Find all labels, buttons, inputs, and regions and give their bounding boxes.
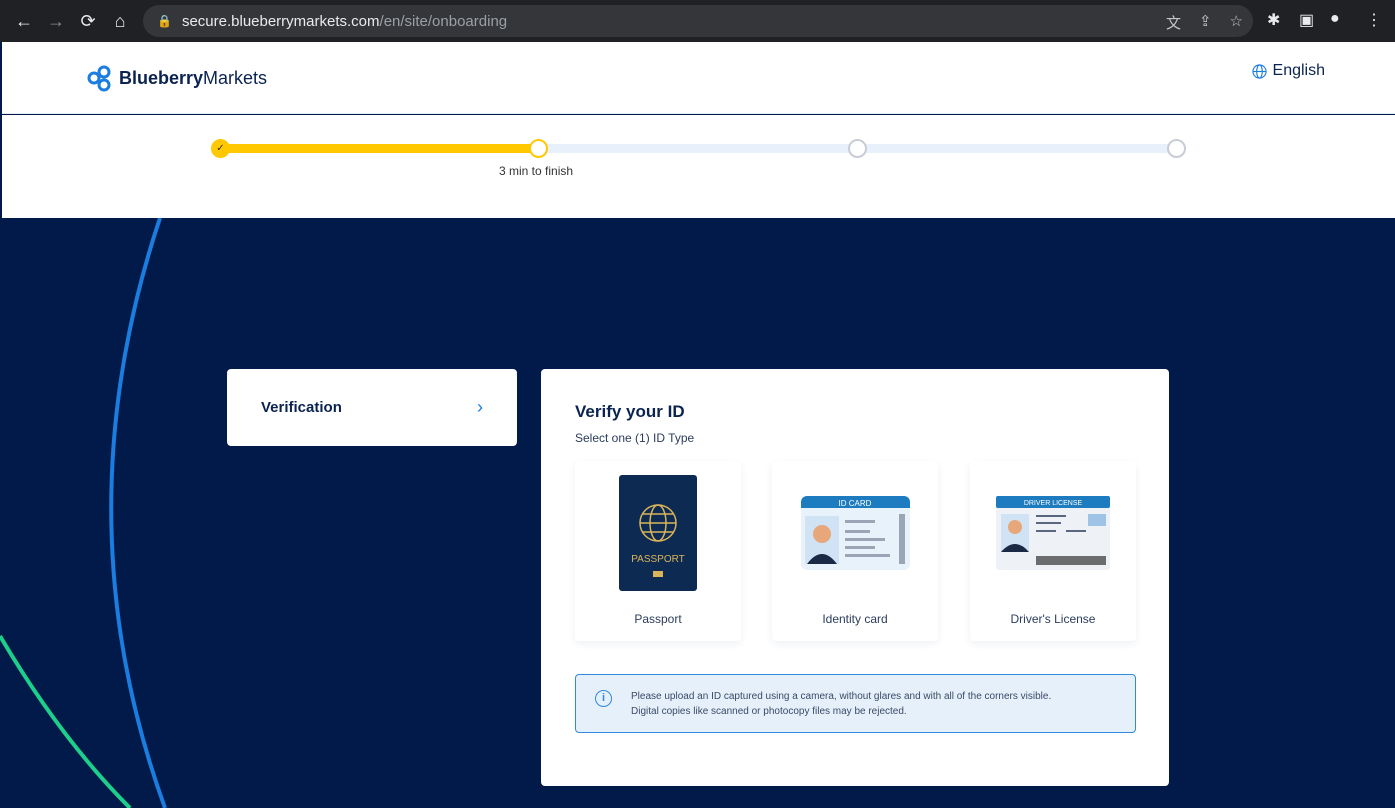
decorative-curves	[0, 218, 167, 808]
star-icon[interactable]: ☆	[1230, 12, 1243, 33]
site-header: BlueberryMarkets English	[2, 42, 1395, 114]
id-card-image: ID CARD	[801, 496, 910, 570]
progress-time-text: 3 min to finish	[499, 164, 574, 178]
progress-fill	[220, 144, 540, 153]
translate-icon[interactable]: ⽂	[1166, 12, 1181, 33]
svg-text:DRIVER LICENSE: DRIVER LICENSE	[1024, 500, 1083, 507]
step-2-current	[529, 139, 548, 158]
option-drivers-license[interactable]: DRIVER LICENSE Driver's License	[970, 461, 1136, 641]
passport-image: PASSPORT	[619, 475, 697, 591]
option-identity-card[interactable]: ID CARD Identity card	[772, 461, 938, 641]
svg-text:PASSPORT: PASSPORT	[631, 554, 685, 565]
logo-icon	[87, 65, 111, 92]
share-icon[interactable]: ⇪	[1199, 12, 1212, 33]
step-4	[1167, 139, 1186, 158]
verify-id-card: Verify your ID Select one (1) ID Type PA…	[541, 369, 1169, 786]
browser-toolbar: ← → ⟳ ⌂ 🔒 secure.blueberrymarkets.com/en…	[0, 0, 1395, 42]
step-3	[848, 139, 867, 158]
progress-track	[220, 144, 1178, 153]
step-1-complete: ✓	[211, 139, 230, 158]
home-icon[interactable]: ⌂	[104, 11, 136, 32]
lock-icon: 🔒	[157, 14, 172, 28]
reload-icon[interactable]: ⟳	[72, 11, 104, 32]
chevron-right-icon: ›	[477, 397, 483, 417]
sidebar-item-verification[interactable]: Verification ›	[227, 369, 517, 446]
profile-icon[interactable]: ●	[1330, 10, 1340, 28]
menu-icon[interactable]: ⋮	[1366, 10, 1382, 30]
upload-notice: i Please upload an ID captured using a c…	[575, 674, 1136, 733]
language-selector[interactable]: English	[1251, 62, 1325, 80]
back-icon[interactable]: ←	[8, 11, 40, 32]
page-title: Verify your ID	[575, 402, 685, 421]
drivers-license-image: DRIVER LICENSE	[996, 496, 1110, 570]
forward-icon[interactable]: →	[40, 11, 72, 32]
subtitle: Select one (1) ID Type	[575, 431, 695, 445]
logo[interactable]: BlueberryMarkets	[87, 64, 267, 92]
side-panel-icon[interactable]: ▣	[1299, 10, 1314, 30]
option-passport[interactable]: PASSPORT Passport	[575, 461, 741, 641]
svg-text:ID CARD: ID CARD	[839, 499, 872, 508]
extensions-icon[interactable]: ✱	[1267, 10, 1280, 30]
info-icon: i	[595, 690, 612, 707]
globe-icon	[1251, 63, 1267, 79]
progress-stepper: ✓ 3 min to finish	[2, 115, 1395, 218]
address-bar[interactable]: 🔒 secure.blueberrymarkets.com/en/site/on…	[143, 5, 1253, 37]
